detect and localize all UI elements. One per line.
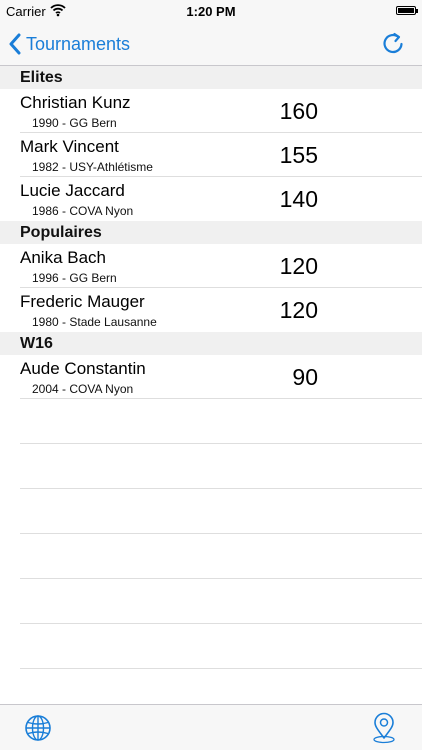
navigation-bar: Tournaments (0, 22, 422, 66)
empty-row (20, 579, 422, 624)
location-tab-button[interactable] (370, 712, 398, 744)
athlete-name: Christian Kunz (20, 93, 131, 112)
empty-row (20, 669, 422, 704)
list-item[interactable]: Anika Bach 1996 - GG Bern 120 (20, 244, 422, 288)
empty-row (20, 534, 422, 579)
list-item[interactable]: Aude Constantin 2004 - COVA Nyon 90 (20, 355, 422, 399)
refresh-button[interactable] (380, 31, 406, 57)
list-item[interactable]: Frederic Mauger 1980 - Stade Lausanne 12… (20, 288, 422, 332)
athlete-details: 2004 - COVA Nyon (32, 382, 134, 396)
empty-row (20, 444, 422, 489)
back-button[interactable]: Tournaments (8, 29, 130, 59)
empty-row (20, 399, 422, 444)
tab-bar (0, 704, 422, 750)
status-time: 1:20 PM (186, 4, 236, 19)
athlete-details: 1982 - USY-Athlétisme (32, 160, 153, 174)
list-item[interactable]: Lucie Jaccard 1986 - COVA Nyon 140 (20, 177, 422, 221)
section-header: Populaires (0, 221, 422, 244)
location-pin-icon (373, 712, 395, 744)
chevron-left-icon (9, 33, 21, 55)
status-bar: Carrier 1:20 PM (0, 0, 422, 22)
athlete-name: Anika Bach (20, 248, 106, 267)
athlete-details: 1990 - GG Bern (32, 116, 117, 130)
athlete-name: Frederic Mauger (20, 292, 145, 311)
empty-row (20, 489, 422, 534)
globe-icon (25, 715, 51, 741)
empty-row (20, 624, 422, 669)
battery-icon (396, 6, 418, 15)
section-header: Elites (0, 66, 422, 89)
back-button-label: Tournaments (26, 33, 131, 54)
athlete-score: 90 (292, 364, 318, 390)
results-table: Elites Christian Kunz 1990 - GG Bern 160… (0, 66, 422, 704)
athlete-details: 1996 - GG Bern (32, 271, 117, 285)
athlete-name: Mark Vincent (20, 137, 119, 156)
refresh-icon (383, 32, 403, 54)
section-header: W16 (0, 332, 422, 355)
list-item[interactable]: Mark Vincent 1982 - USY-Athlétisme 155 (20, 133, 422, 177)
athlete-score: 155 (279, 142, 318, 168)
globe-tab-button[interactable] (24, 714, 52, 742)
athlete-name: Aude Constantin (20, 359, 146, 378)
athlete-details: 1980 - Stade Lausanne (32, 315, 157, 329)
athlete-score: 120 (279, 297, 318, 323)
athlete-score: 140 (279, 186, 318, 212)
athlete-score: 120 (279, 253, 318, 279)
athlete-details: 1986 - COVA Nyon (32, 204, 134, 218)
athlete-score: 160 (279, 98, 318, 124)
athlete-name: Lucie Jaccard (20, 181, 125, 200)
list-item[interactable]: Christian Kunz 1990 - GG Bern 160 (20, 89, 422, 133)
